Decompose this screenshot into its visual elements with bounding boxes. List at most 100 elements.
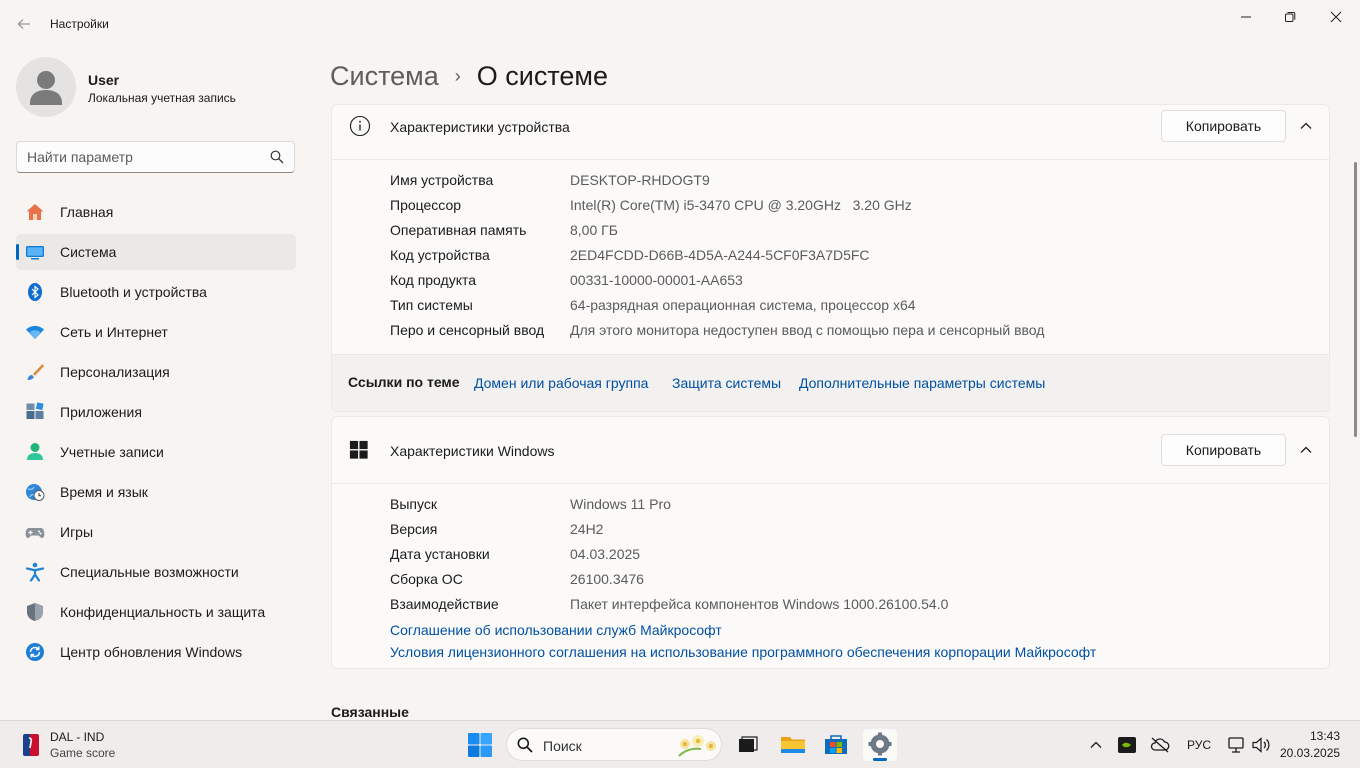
active-app-indicator [873,758,887,761]
spec-row-system-type: Тип системы 64-разрядная операционная сис… [332,293,1329,318]
search-input[interactable] [17,142,257,172]
settings-window: Настройки User Локальная учетная запись … [0,0,1360,720]
spec-row-pen-touch: Перо и сенсорный ввод Для этого монитора … [332,318,1329,343]
spec-row-install-date: Дата установки 04.03.2025 [332,542,1329,567]
close-button[interactable] [1316,6,1356,28]
person-icon [27,443,43,460]
sidebar-item-personalization[interactable]: Персонализация [16,354,296,390]
copy-device-specs-button[interactable]: Копировать [1161,110,1286,142]
page-title: О системе [476,60,608,91]
maximize-button[interactable] [1270,6,1310,28]
spec-row-edition: Выпуск Windows 11 Pro [332,492,1329,517]
title-bar: Настройки [0,0,1360,48]
copy-windows-specs-button[interactable]: Копировать [1161,434,1286,466]
account-type: Локальная учетная запись [88,91,236,105]
sidebar-item-privacy[interactable]: Конфиденциальность и защита [16,594,296,630]
sidebar-item-label: Специальные возможности [60,564,239,580]
nvidia-icon[interactable] [1117,735,1137,755]
sidebar-item-time-language[interactable]: Время и язык [16,474,296,510]
spec-label: Оперативная память [390,222,527,238]
spec-value: Для этого монитора недоступен ввод с пом… [570,322,1045,338]
spec-value: 24H2 [570,521,604,537]
sidebar-item-apps[interactable]: Приложения [16,394,296,430]
sidebar-item-bluetooth[interactable]: Bluetooth и устройства [16,274,296,310]
spec-value: Пакет интерфейса компонентов Windows 100… [570,596,949,612]
monitor-icon [26,246,44,260]
taskbar-search[interactable]: Поиск [506,728,722,761]
back-button[interactable] [12,12,36,36]
breadcrumb: Система › О системе [330,58,608,94]
taskbar-settings[interactable] [863,729,897,761]
spec-value: Intel(R) Core(TM) i5-3470 CPU @ 3.20GHz … [570,197,912,213]
device-specs-card: Характеристики устройства Копировать Имя… [331,104,1330,412]
widget-score-title[interactable]: DAL - IND [50,730,104,744]
taskbar: DAL - IND Game score Поиск РУС 13:43 20.… [0,720,1360,768]
search-icon[interactable] [270,150,284,164]
chevron-up-icon[interactable] [1086,735,1106,755]
home-icon [26,204,44,220]
taskbar-store[interactable] [819,729,853,761]
user-name: User [88,72,120,88]
settings-search[interactable] [16,141,295,173]
clock-time[interactable]: 13:43 [1296,729,1340,743]
cloud-offline-icon[interactable] [1150,735,1170,755]
avatar[interactable] [16,57,76,117]
link-microsoft-services-agreement[interactable]: Соглашение об использовании служб Майкро… [390,622,722,638]
spec-row-device-id: Код устройства 2ED4FCDD-D66B-4D5A-A244-5C… [332,243,1329,268]
folder-icon [781,737,805,753]
volume-icon[interactable] [1251,735,1271,755]
spec-value: 04.03.2025 [570,546,641,562]
link-microsoft-license-terms[interactable]: Условия лицензионного соглашения на испо… [390,644,1096,660]
windows-specs-header[interactable]: Характеристики Windows Копировать [332,417,1329,484]
taskbar-search-label: Поиск [543,738,582,754]
sidebar-item-windows-update[interactable]: Центр обновления Windows [16,634,296,670]
chevron-up-icon[interactable] [1296,116,1316,136]
sidebar-item-label: Bluetooth и устройства [60,284,207,300]
flowers-decoration-icon [678,735,716,757]
accessibility-icon [25,562,45,582]
shield-icon [27,603,43,621]
spec-row-product-id: Код продукта 00331-10000-00001-AA653 [332,268,1329,293]
nba-logo-icon[interactable] [20,733,42,757]
chevron-up-icon[interactable] [1296,440,1316,460]
spec-label: Версия [390,521,438,537]
spec-label: Код устройства [390,247,490,263]
sidebar-item-network[interactable]: Сеть и Интернет [16,314,296,350]
start-windows-icon[interactable] [466,731,494,759]
scrollbar[interactable] [1354,162,1357,437]
apps-icon [26,402,44,419]
spec-value: 2ED4FCDD-D66B-4D5A-A244-5CF0F3A7D5FC [570,247,870,263]
update-icon [26,643,44,661]
sidebar-item-label: Центр обновления Windows [60,644,243,660]
spec-label: Взаимодействие [390,596,499,612]
sidebar-item-label: Персонализация [60,364,170,380]
network-ethernet-icon[interactable] [1226,735,1246,755]
info-icon [349,115,371,137]
sidebar-item-label: Система [60,244,117,260]
sidebar-item-home[interactable]: Главная [16,194,296,230]
windows-logo-icon [349,440,368,459]
sidebar-item-label: Игры [60,524,94,540]
spec-label: Процессор [390,197,462,213]
taskbar-file-explorer[interactable] [776,729,810,761]
sidebar-item-label: Главная [60,204,114,220]
breadcrumb-parent-system[interactable]: Система [330,61,439,92]
link-domain-workgroup[interactable]: Домен или рабочая группа [474,375,648,391]
windows-specs-list: Выпуск Windows 11 Pro Версия 24H2 Дата уст… [332,484,1329,668]
input-language[interactable]: РУС [1187,738,1211,752]
sidebar-item-gaming[interactable]: Игры [16,514,296,550]
sidebar-item-accounts[interactable]: Учетные записи [16,434,296,470]
device-specs-header[interactable]: Характеристики устройства Копировать [332,105,1329,160]
spec-value: 00331-10000-00001-AA653 [570,272,743,288]
sidebar-item-accessibility[interactable]: Специальные возможности [16,554,296,590]
clock-date[interactable]: 20.03.2025 [1280,746,1340,760]
minimize-button[interactable] [1226,6,1266,28]
taskbar-task-view[interactable] [731,729,765,761]
related-section-title: Связанные [331,704,409,720]
sidebar-item-system[interactable]: Система [16,234,296,270]
spec-value: 26100.3476 [570,571,644,587]
link-system-protection[interactable]: Защита системы [672,375,781,391]
store-icon [825,735,847,754]
link-advanced-system-settings[interactable]: Дополнительные параметры системы [799,375,1045,391]
spec-row-version: Версия 24H2 [332,517,1329,542]
